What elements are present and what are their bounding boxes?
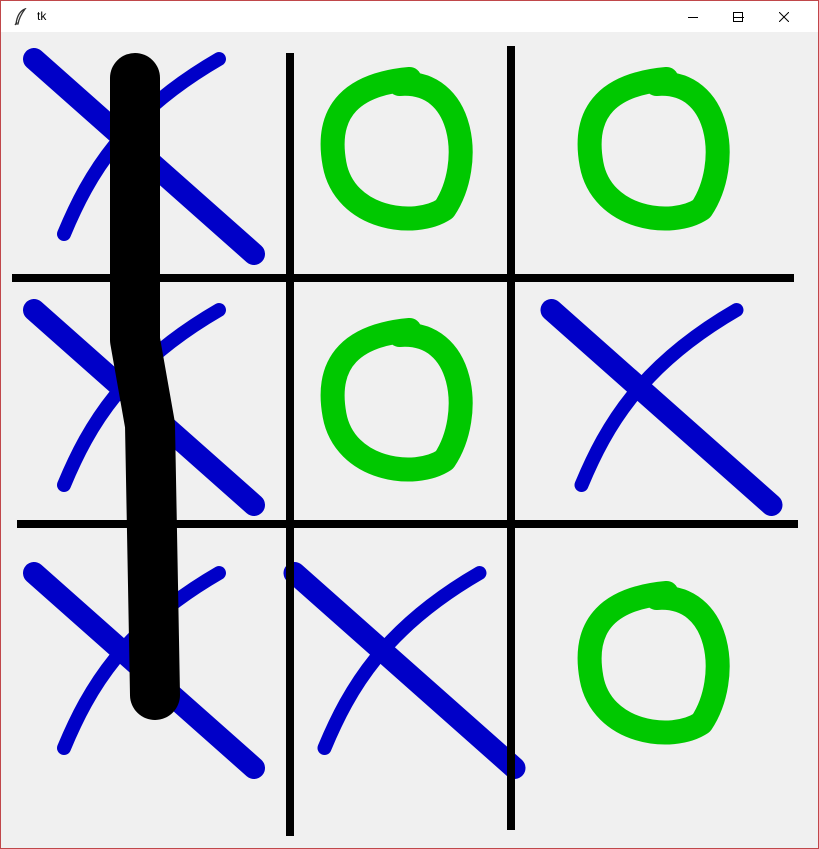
- cell-2-1-x-mark: [283, 562, 526, 779]
- minimize-control[interactable]: [670, 1, 716, 32]
- cell-0-1-o-mark: [320, 67, 473, 231]
- o-stroke: [320, 318, 473, 482]
- o-stroke: [577, 67, 730, 231]
- cell-1-2-x-mark: [540, 299, 783, 516]
- tk-feather-icon: [14, 8, 27, 26]
- tk-window: tk: [0, 0, 819, 849]
- maximize-icon: [733, 11, 743, 22]
- board-svg[interactable]: [8, 40, 808, 840]
- close-control[interactable]: [761, 1, 807, 32]
- cell-2-2-o-mark: [577, 581, 730, 745]
- maximize-control[interactable]: [715, 1, 761, 32]
- o-stroke: [320, 67, 473, 231]
- cell-0-2-o-mark: [577, 67, 730, 231]
- close-icon: [779, 11, 789, 22]
- o-stroke: [577, 581, 730, 745]
- window-title: tk: [37, 9, 47, 23]
- game-canvas[interactable]: [8, 40, 808, 840]
- minimize-icon: [688, 16, 698, 18]
- cell-1-1-o-mark: [320, 318, 473, 482]
- winning-line-stroke: [110, 53, 180, 720]
